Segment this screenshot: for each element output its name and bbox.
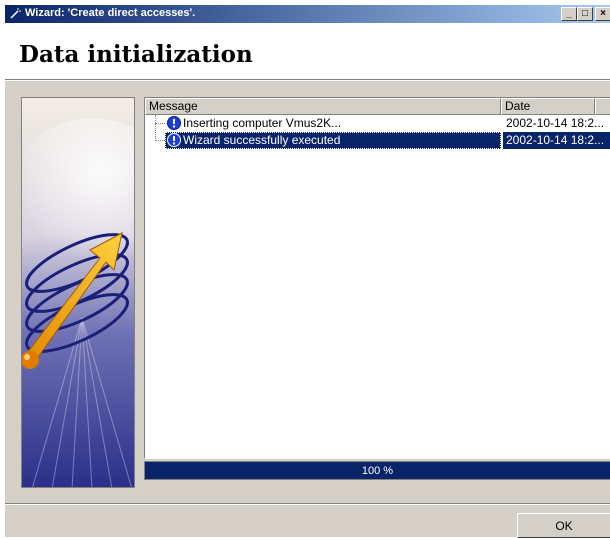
window-title: Wizard: 'Create direct accesses'. [25, 7, 196, 19]
orbit-arrow-illustration [22, 98, 134, 487]
close-button[interactable]: × [595, 7, 610, 21]
list-item[interactable]: Inserting computer Vmus2K... 2002-10-14 … [145, 115, 610, 132]
header-divider [5, 79, 610, 81]
wizard-window: Wizard: 'Create direct accesses'. _ □ × … [4, 4, 610, 538]
title-bar[interactable]: Wizard: 'Create direct accesses'. _ □ × [5, 5, 610, 23]
progress-label: 100 % [361, 465, 394, 477]
message-list[interactable]: Message Date Inserting computer Vmus2K..… [144, 97, 610, 459]
maximize-button[interactable]: □ [577, 7, 593, 21]
minimize-button[interactable]: _ [561, 7, 577, 21]
ok-button[interactable]: OK [517, 513, 610, 538]
message-cell: Inserting computer Vmus2K... [165, 115, 501, 132]
message-text: Wizard successfully executed [183, 133, 341, 147]
info-icon [167, 133, 181, 147]
column-header-message[interactable]: Message [145, 98, 501, 115]
page-title: Data initialization [19, 41, 253, 68]
date-cell: 2002-10-14 18:2... [506, 116, 605, 130]
message-cell: Wizard successfully executed [165, 132, 501, 149]
footer-divider [5, 503, 610, 505]
column-header-date[interactable]: Date [501, 98, 595, 115]
window-controls: _ □ × [561, 7, 610, 21]
wizard-wand-icon [10, 8, 21, 19]
wizard-header: Data initialization [5, 23, 610, 79]
wizard-illustration [21, 97, 135, 488]
info-icon [167, 116, 181, 130]
progress-bar: 100 % [144, 461, 610, 480]
date-cell: 2002-10-14 18:2... [503, 132, 610, 149]
column-header-filler [595, 98, 610, 115]
list-item-selected[interactable]: Wizard successfully executed 2002-10-14 … [145, 132, 610, 149]
message-text: Inserting computer Vmus2K... [183, 116, 342, 130]
